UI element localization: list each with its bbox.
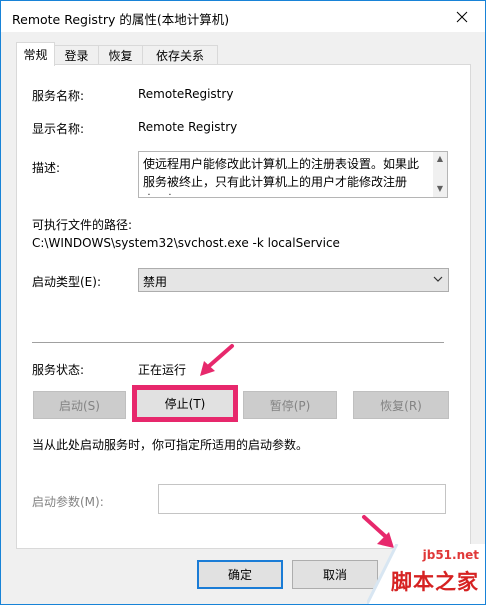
description-text: 使远程用户能修改此计算机上的注册表设置。如果此服务被终止，只有此计算机上的用户才… <box>143 157 420 195</box>
watermark-site: 脚本之家 <box>391 569 479 594</box>
start-params-label: 启动参数(M): <box>32 495 104 509</box>
startup-type-value: 禁用 <box>143 275 168 289</box>
annotation-arrow-icon <box>200 344 234 376</box>
startup-type-label: 启动类型(E): <box>32 275 101 289</box>
watermark-url: jb51.net <box>422 548 479 562</box>
service-name-label: 服务名称: <box>32 89 85 103</box>
scroll-up-icon[interactable]: ▲ <box>435 154 445 164</box>
pause-button[interactable]: 暂停(P) <box>243 391 337 419</box>
properties-dialog: Remote Registry 的属性(本地计算机) 常规 登录 恢复 依存关系… <box>0 0 486 605</box>
service-status-value: 正在运行 <box>138 363 187 377</box>
display-name-label: 显示名称: <box>32 122 85 136</box>
exe-path-value: C:\WINDOWS\system32\svchost.exe -k local… <box>32 236 340 250</box>
display-name-value: Remote Registry <box>138 120 238 134</box>
service-status-label: 服务状态: <box>32 363 85 377</box>
general-panel: 服务名称: RemoteRegistry 显示名称: Remote Regist… <box>16 64 471 549</box>
window-title: Remote Registry 的属性(本地计算机) <box>12 12 230 27</box>
description-scrollbar[interactable]: ▲ ▼ <box>433 152 447 197</box>
chevron-down-icon <box>433 276 443 282</box>
scroll-down-icon[interactable]: ▼ <box>435 184 445 194</box>
startup-type-select[interactable]: 禁用 <box>138 268 449 292</box>
cancel-button[interactable]: 取消 <box>292 560 378 589</box>
close-icon <box>456 11 468 22</box>
tab-general[interactable]: 常规 <box>16 42 55 66</box>
ok-button[interactable]: 确定 <box>197 560 283 589</box>
close-button[interactable] <box>439 1 485 32</box>
tab-recovery[interactable]: 恢复 <box>98 45 143 65</box>
hint-text: 当从此处启动服务时，你可指定所适用的启动参数。 <box>32 438 309 452</box>
service-name-value: RemoteRegistry <box>138 87 234 101</box>
tab-logon[interactable]: 登录 <box>54 45 99 65</box>
title-bar: Remote Registry 的属性(本地计算机) <box>1 1 485 32</box>
exe-path-label: 可执行文件的路径: <box>32 218 133 232</box>
start-params-input[interactable] <box>158 484 446 514</box>
description-field[interactable]: 使远程用户能修改此计算机上的注册表设置。如果此服务被终止，只有此计算机上的用户才… <box>138 151 448 198</box>
stop-button[interactable]: 停止(T) <box>132 385 238 422</box>
description-label: 描述: <box>32 161 61 175</box>
resume-button[interactable]: 恢复(R) <box>353 391 449 419</box>
watermark: jb51.net 脚本之家 <box>367 544 485 604</box>
tab-dependencies[interactable]: 依存关系 <box>142 45 218 65</box>
start-button[interactable]: 启动(S) <box>33 391 126 419</box>
section-divider <box>32 342 444 343</box>
